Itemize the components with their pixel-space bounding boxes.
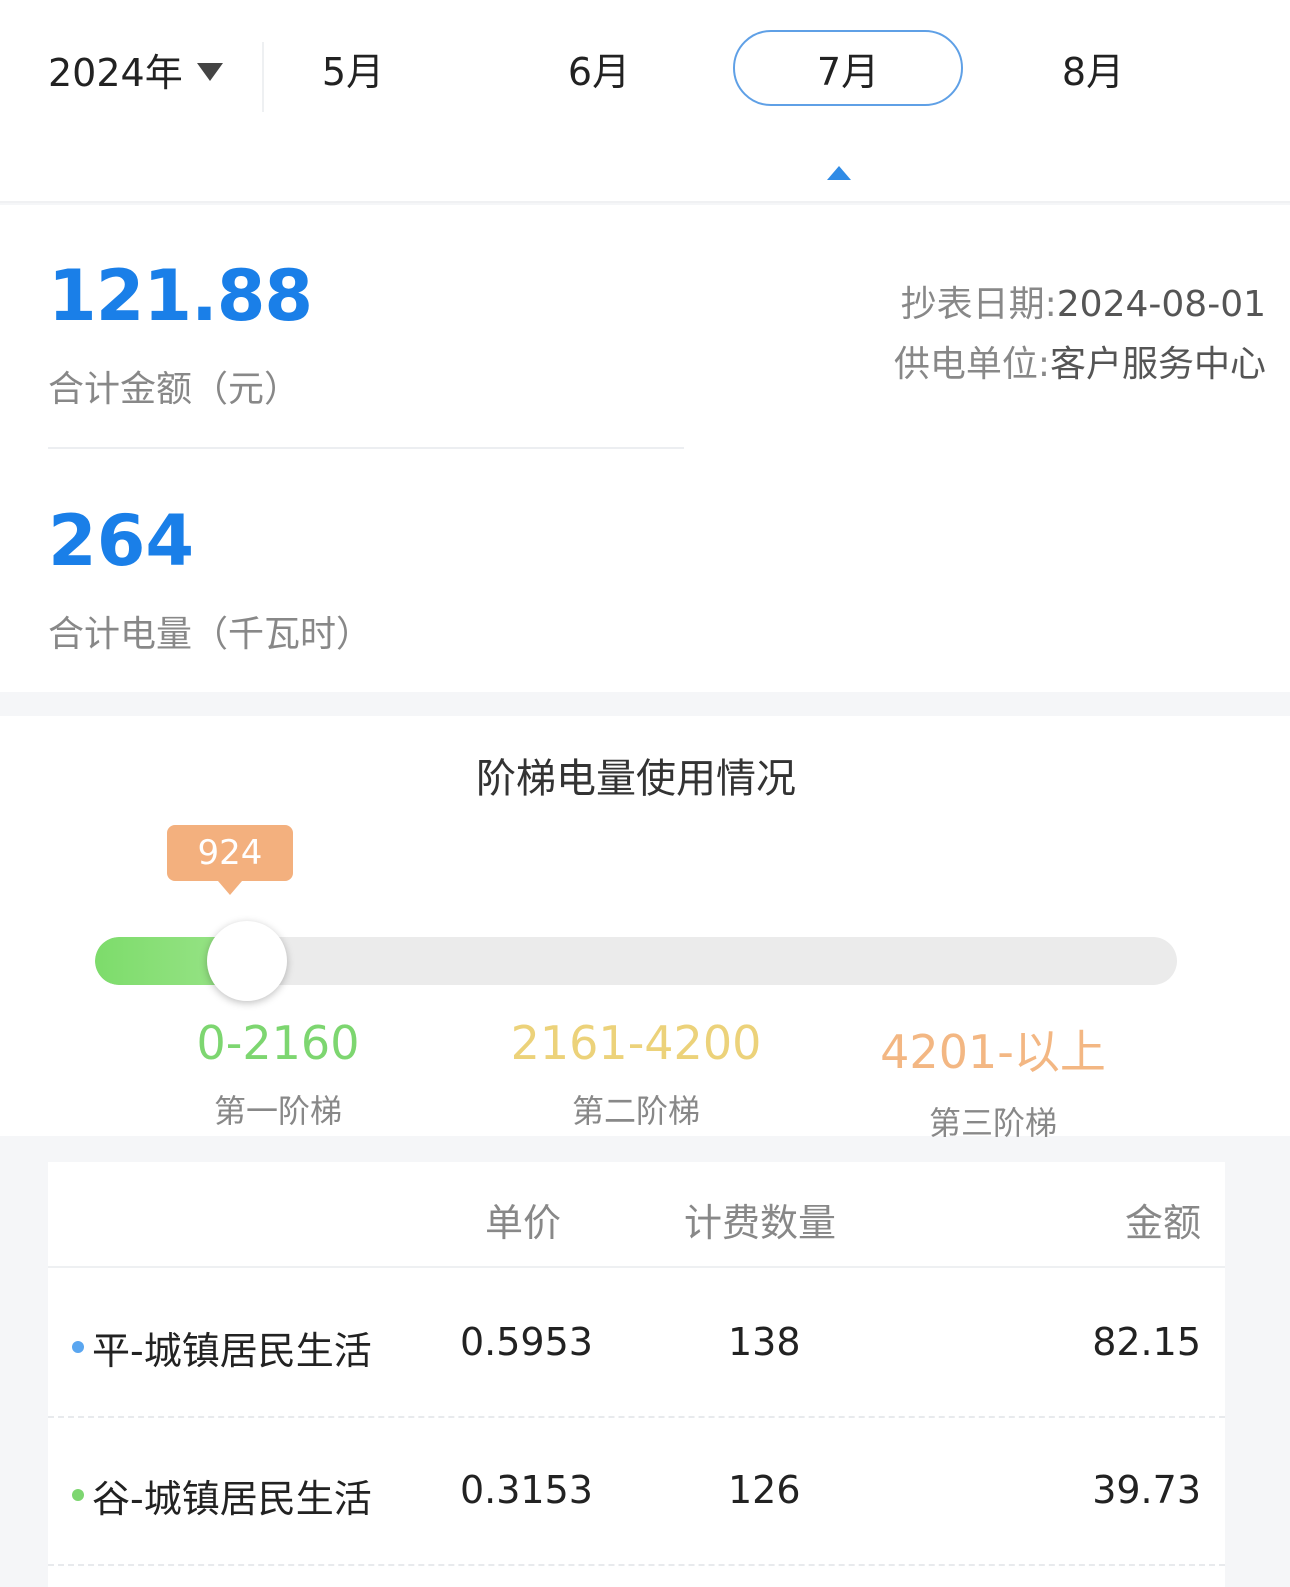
reading-date-label: 抄表日期: xyxy=(900,284,1057,325)
total-amount-label: 合计金额（元） xyxy=(48,369,301,410)
table-row: 平-城镇居民生活 0.5953 138 82.15 xyxy=(48,1270,1225,1418)
tier-name: 第一阶梯 xyxy=(213,1092,342,1130)
row-price: 0.3153 xyxy=(460,1468,593,1512)
year-selector[interactable]: 2024年 xyxy=(48,42,223,97)
supply-unit-label: 供电单位: xyxy=(893,344,1050,385)
table-header: 单价 计费数量 金额 xyxy=(48,1162,1225,1268)
bubble-pointer-icon xyxy=(218,881,242,895)
tier-first: 0-2160 第一阶梯 xyxy=(98,1016,458,1132)
row-name: 平-城镇居民生活 xyxy=(92,1329,372,1373)
tab-july[interactable]: 7月 xyxy=(733,30,963,106)
charges-table: 单价 计费数量 金额 平-城镇居民生活 0.5953 138 82.15 谷-城… xyxy=(48,1162,1225,1587)
supply-unit-value: 客户服务中心 xyxy=(1049,344,1266,385)
reading-date: 抄表日期:2024-08-01 xyxy=(901,275,1266,327)
row-quantity: 126 xyxy=(728,1468,801,1512)
reading-date-value: 2024-08-01 xyxy=(1056,284,1266,325)
tier-progress-knob xyxy=(207,921,287,1001)
current-usage-bubble: 924 xyxy=(167,825,293,881)
tier-range: 0-2160 xyxy=(196,1016,360,1070)
tab-june[interactable]: 6月 xyxy=(484,30,714,106)
total-amount: 121.88 xyxy=(48,255,313,337)
tier-third: 4201-以上 第三阶梯 xyxy=(813,1016,1173,1144)
total-energy: 264 xyxy=(48,500,195,582)
row-amount: 82.15 xyxy=(1092,1320,1201,1364)
table-row: 谷-城镇居民生活 0.3153 126 39.73 xyxy=(48,1418,1225,1566)
tab-may[interactable]: 5月 xyxy=(238,30,468,106)
tier-range: 2161-4200 xyxy=(510,1016,762,1070)
tier-range: 4201-以上 xyxy=(880,1025,1106,1079)
header-amount: 金额 xyxy=(1124,1201,1201,1245)
tier-second: 2161-4200 第二阶梯 xyxy=(456,1016,816,1132)
header-price: 单价 xyxy=(485,1201,562,1245)
bullet-dot-icon xyxy=(72,1341,84,1353)
row-price: 0.5953 xyxy=(460,1320,593,1364)
year-label: 2024年 xyxy=(48,51,183,95)
month-tab-bar: 2024年 5月 6月 7月 8月 xyxy=(0,0,1290,203)
bullet-dot-icon xyxy=(72,1489,84,1501)
supply-unit: 供电单位:客户服务中心 xyxy=(894,335,1266,387)
divider xyxy=(48,447,684,449)
tier-usage-panel: 阶梯电量使用情况 924 0-2160 第一阶梯 2161-4200 第二阶梯 … xyxy=(0,716,1290,1142)
tier-name: 第二阶梯 xyxy=(571,1092,700,1130)
tier-name: 第三阶梯 xyxy=(928,1104,1057,1142)
header-quantity: 计费数量 xyxy=(684,1201,837,1245)
tier-usage-title: 阶梯电量使用情况 xyxy=(476,756,796,802)
caret-down-icon xyxy=(196,62,223,81)
row-amount: 39.73 xyxy=(1092,1468,1201,1512)
row-name: 谷-城镇居民生活 xyxy=(92,1477,372,1521)
total-energy-label: 合计电量（千瓦时） xyxy=(48,614,373,655)
active-tab-indicator-icon xyxy=(827,166,851,180)
row-quantity: 138 xyxy=(728,1320,801,1364)
tab-august[interactable]: 8月 xyxy=(978,30,1208,106)
bill-summary: 121.88 合计金额（元） 264 合计电量（千瓦时） 抄表日期:2024-0… xyxy=(0,205,1290,692)
